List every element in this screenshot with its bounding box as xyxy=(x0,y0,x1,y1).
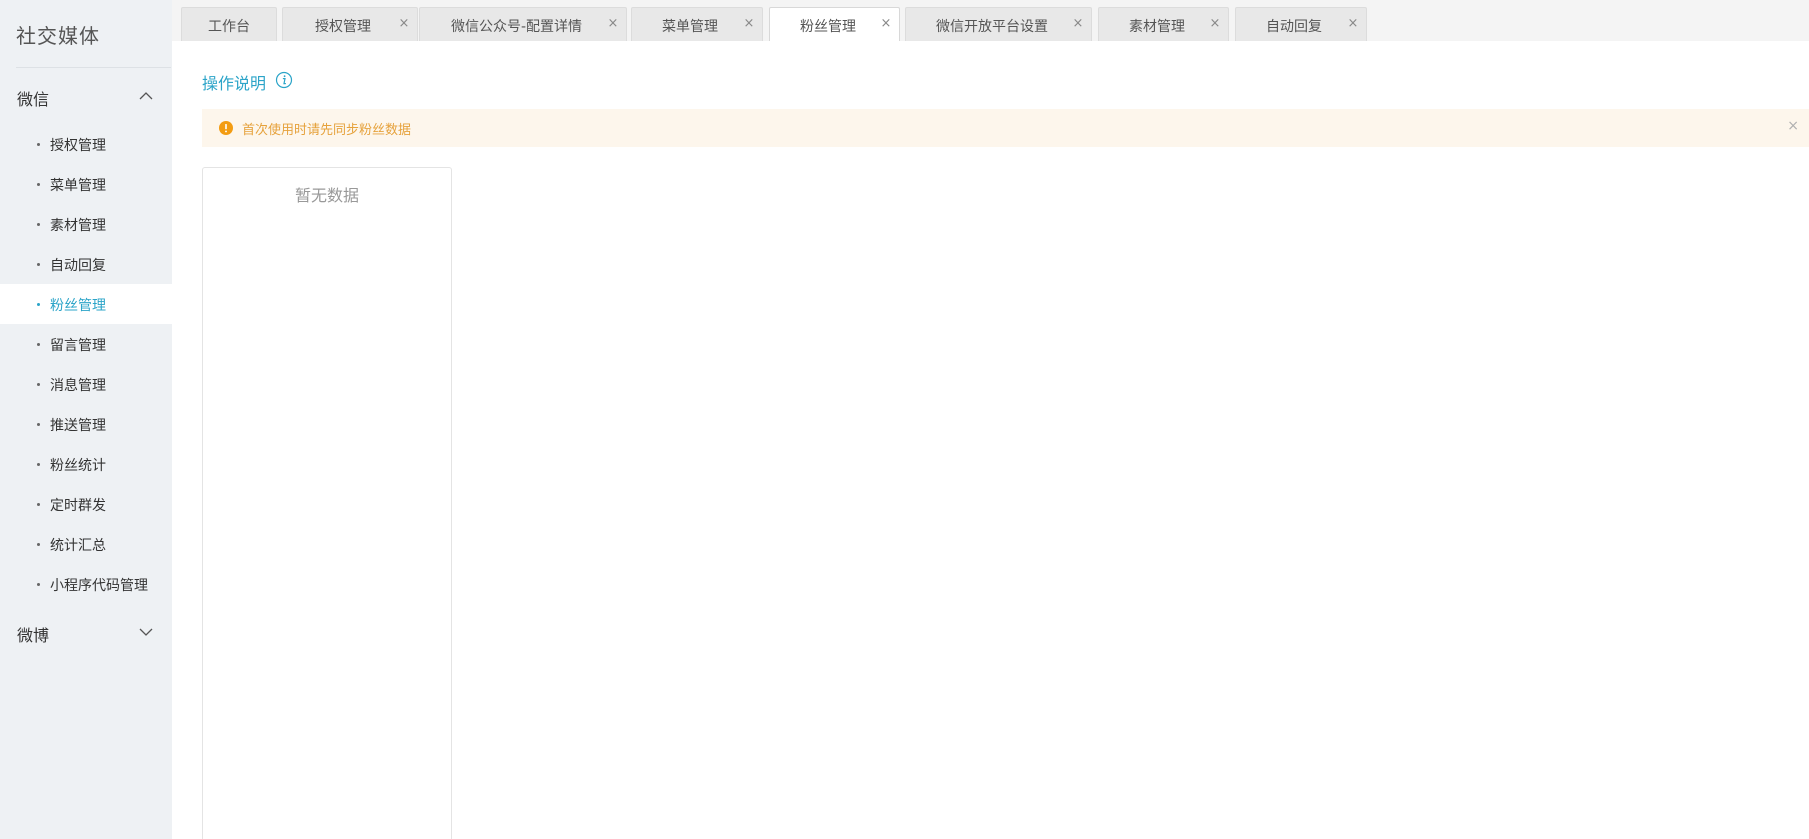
sidebar-divider xyxy=(16,67,171,68)
sidebar-item-fans[interactable]: 粉丝管理 xyxy=(0,284,172,324)
tab-bar: 工作台 授权管理 × 微信公众号-配置详情 × 菜单管理 × 粉丝管理 × 微信开放平台设置 × 素材… xyxy=(172,0,1809,41)
sidebar-item-label: 菜单管理 xyxy=(50,178,106,194)
sidebar-item-label: 推送管理 xyxy=(50,418,106,434)
bullet-dot-icon xyxy=(37,583,40,586)
sidebar-item-label: 素材管理 xyxy=(50,218,106,234)
tab-label: 素材管理 xyxy=(1129,19,1185,35)
tab-fans[interactable]: 粉丝管理 × xyxy=(769,7,900,41)
bullet-dot-icon xyxy=(37,143,40,146)
sidebar-item-fan-stats[interactable]: 粉丝统计 xyxy=(0,444,172,484)
chevron-up-icon xyxy=(139,92,153,100)
tab-label: 微信公众号-配置详情 xyxy=(451,19,583,35)
sidebar-item-menu[interactable]: 菜单管理 xyxy=(0,164,172,204)
sidebar-item-auth[interactable]: 授权管理 xyxy=(0,124,172,164)
close-icon[interactable]: × xyxy=(1787,118,1799,134)
sidebar-item-label: 统计汇总 xyxy=(50,538,106,554)
warning-circle-icon xyxy=(219,121,233,135)
tab-label: 自动回复 xyxy=(1266,19,1322,35)
sidebar-item-auto-reply[interactable]: 自动回复 xyxy=(0,244,172,284)
sidebar-group-label: 微信 xyxy=(17,90,50,109)
sidebar-group-weibo[interactable]: 微博 xyxy=(0,612,172,652)
close-icon[interactable]: × xyxy=(1208,17,1222,31)
close-icon[interactable]: × xyxy=(397,17,411,31)
tab-workbench[interactable]: 工作台 xyxy=(181,7,277,41)
sidebar-item-stats-summary[interactable]: 统计汇总 xyxy=(0,524,172,564)
sidebar-item-comments[interactable]: 留言管理 xyxy=(0,324,172,364)
bullet-dot-icon xyxy=(37,223,40,226)
sidebar-title: 社交媒体 xyxy=(16,24,100,48)
bullet-dot-icon xyxy=(37,383,40,386)
operation-instructions-link[interactable]: 操作说明 xyxy=(202,70,266,94)
sidebar-item-label: 自动回复 xyxy=(50,258,106,274)
bullet-dot-icon xyxy=(37,303,40,306)
sidebar-item-material[interactable]: 素材管理 xyxy=(0,204,172,244)
sidebar-item-label: 粉丝统计 xyxy=(50,458,106,474)
fans-list-panel: 暂无数据 xyxy=(202,167,452,839)
sidebar-item-scheduled-broadcast[interactable]: 定时群发 xyxy=(0,484,172,524)
bullet-dot-icon xyxy=(37,463,40,466)
alert-message: 首次使用时请先同步粉丝数据 xyxy=(242,123,412,138)
close-icon[interactable]: × xyxy=(606,17,620,31)
sidebar-item-push[interactable]: 推送管理 xyxy=(0,404,172,444)
close-icon[interactable]: × xyxy=(879,17,893,31)
tab-wechat-config-detail[interactable]: 微信公众号-配置详情 × xyxy=(419,7,627,41)
sidebar-item-label: 粉丝管理 xyxy=(50,298,106,314)
sidebar-item-label: 定时群发 xyxy=(50,498,106,514)
bullet-dot-icon xyxy=(37,423,40,426)
chevron-down-icon xyxy=(139,628,153,636)
tab-label: 粉丝管理 xyxy=(800,19,856,35)
sidebar-group-label: 微博 xyxy=(17,626,50,645)
bullet-dot-icon xyxy=(37,343,40,346)
bullet-dot-icon xyxy=(37,263,40,266)
close-icon[interactable]: × xyxy=(742,17,756,31)
tab-material[interactable]: 素材管理 × xyxy=(1098,7,1229,41)
main-content: 操作说明 首次使用时请先同步粉丝数据 × 暂无数据 xyxy=(172,41,1809,839)
sidebar-item-label: 小程序代码管理 xyxy=(50,578,148,594)
bullet-dot-icon xyxy=(37,543,40,546)
sidebar-item-label: 消息管理 xyxy=(50,378,106,394)
sidebar-group-wechat[interactable]: 微信 xyxy=(0,76,172,116)
tab-label: 微信开放平台设置 xyxy=(936,19,1048,35)
close-icon[interactable]: × xyxy=(1071,17,1085,31)
empty-state-text: 暂无数据 xyxy=(294,186,359,205)
sidebar-item-messages[interactable]: 消息管理 xyxy=(0,364,172,404)
warning-alert: 首次使用时请先同步粉丝数据 × xyxy=(202,109,1809,147)
info-icon[interactable] xyxy=(275,71,293,89)
tab-label: 授权管理 xyxy=(315,19,371,35)
sidebar: 社交媒体 微信 授权管理 菜单管理 素材管理 自动回复 粉丝管理 留言管理 消息… xyxy=(0,0,172,839)
tab-menu[interactable]: 菜单管理 × xyxy=(631,7,763,41)
tab-auth[interactable]: 授权管理 × xyxy=(282,7,418,41)
sidebar-item-label: 留言管理 xyxy=(50,338,106,354)
sidebar-item-label: 授权管理 xyxy=(50,138,106,154)
tab-open-platform-settings[interactable]: 微信开放平台设置 × xyxy=(905,7,1092,41)
bullet-dot-icon xyxy=(37,183,40,186)
bullet-dot-icon xyxy=(37,503,40,506)
tab-label: 工作台 xyxy=(208,19,250,35)
sidebar-item-miniprogram-code[interactable]: 小程序代码管理 xyxy=(0,564,172,604)
tab-label: 菜单管理 xyxy=(662,19,718,35)
tab-auto-reply[interactable]: 自动回复 × xyxy=(1235,7,1367,41)
close-icon[interactable]: × xyxy=(1346,17,1360,31)
